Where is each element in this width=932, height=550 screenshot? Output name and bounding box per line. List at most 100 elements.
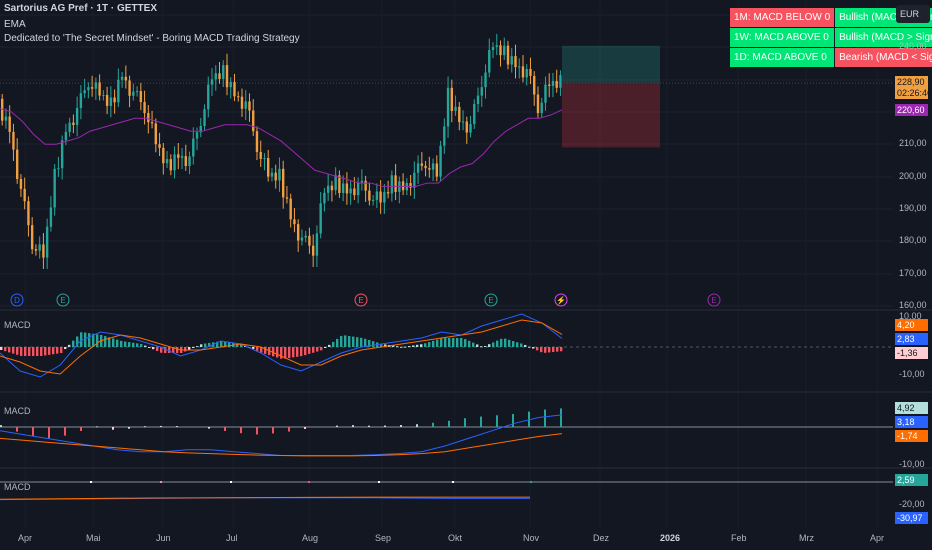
histogram-bar bbox=[40, 347, 43, 356]
histogram-bar bbox=[528, 346, 531, 348]
event-earnings-icon[interactable]: E bbox=[484, 293, 498, 307]
histogram-bar bbox=[32, 347, 35, 356]
histogram-bar bbox=[300, 347, 303, 357]
event-glyph: E bbox=[60, 296, 65, 305]
histogram-bar bbox=[128, 427, 130, 429]
histogram-bar bbox=[156, 347, 159, 351]
histogram-bar bbox=[408, 346, 411, 348]
candle-body bbox=[158, 144, 161, 148]
candle-body bbox=[308, 235, 311, 246]
indicator-strategy-label[interactable]: Dedicated to 'The Secret Mindset' - Bori… bbox=[4, 33, 300, 44]
candle-body bbox=[435, 163, 439, 177]
histogram-bar bbox=[524, 344, 527, 347]
event-split-icon[interactable]: ⚡ bbox=[554, 293, 568, 307]
histogram-bar bbox=[476, 344, 479, 347]
candle-body bbox=[383, 192, 386, 203]
candle-body bbox=[473, 104, 476, 125]
pane-value-tag: 4,20 bbox=[895, 319, 928, 331]
histogram-bar bbox=[400, 346, 403, 348]
candle-body bbox=[315, 233, 319, 256]
histogram-bar bbox=[548, 347, 551, 353]
candle-body bbox=[68, 122, 71, 132]
histogram-bar bbox=[276, 347, 279, 358]
candle-body bbox=[506, 45, 510, 65]
histogram-bar bbox=[508, 339, 511, 347]
candle-body bbox=[345, 183, 349, 194]
histogram-bar bbox=[352, 336, 355, 347]
histogram-bar bbox=[364, 338, 367, 347]
histogram-bar bbox=[288, 427, 290, 432]
candle-body bbox=[488, 50, 491, 73]
histogram-bar bbox=[16, 347, 19, 355]
histogram-bar bbox=[120, 340, 123, 347]
histogram-bar bbox=[468, 340, 471, 347]
candle-body bbox=[368, 190, 371, 201]
histogram-bar bbox=[152, 347, 155, 350]
candle-body bbox=[431, 163, 435, 170]
price-tick: 240,00 bbox=[899, 41, 927, 51]
histogram-bar bbox=[88, 333, 91, 347]
histogram-bar bbox=[160, 481, 162, 483]
histogram-bar bbox=[368, 425, 370, 427]
pane-value-tag: 3,18 bbox=[895, 416, 928, 428]
histogram-bar bbox=[36, 347, 39, 356]
candle-body bbox=[120, 76, 124, 80]
candle-body bbox=[128, 80, 131, 96]
indicator-ema-label[interactable]: EMA bbox=[4, 19, 26, 30]
candle-body bbox=[484, 72, 487, 88]
histogram-bar bbox=[378, 481, 380, 483]
candle-body bbox=[72, 122, 75, 125]
candle-body bbox=[390, 175, 394, 194]
event-earnings-icon[interactable]: E bbox=[354, 293, 368, 307]
event-earnings-icon[interactable]: E bbox=[56, 293, 70, 307]
histogram-bar bbox=[204, 343, 207, 347]
histogram-bar bbox=[316, 347, 319, 352]
histogram-bar bbox=[240, 427, 242, 434]
histogram-bar bbox=[452, 481, 454, 483]
price-tick: 160,00 bbox=[899, 300, 927, 310]
candle-body bbox=[461, 121, 465, 123]
candle-body bbox=[90, 87, 94, 89]
histogram-bar bbox=[68, 344, 71, 347]
event-dividend-icon[interactable]: D bbox=[10, 293, 24, 307]
candle-body bbox=[180, 156, 184, 158]
candle-body bbox=[401, 181, 405, 191]
histogram-bar bbox=[432, 422, 434, 427]
histogram-bar bbox=[336, 338, 339, 347]
candle-body bbox=[424, 165, 427, 169]
candle-body bbox=[555, 81, 558, 88]
candle-body bbox=[278, 168, 281, 181]
candle-body bbox=[533, 75, 536, 95]
histogram-bar bbox=[136, 343, 139, 347]
candle-body bbox=[169, 159, 172, 171]
candle-body bbox=[38, 244, 41, 251]
candle-body bbox=[207, 84, 210, 110]
histogram-bar bbox=[304, 347, 307, 356]
pane-tick: -10,00 bbox=[899, 459, 925, 469]
event-earnings-icon[interactable]: E bbox=[707, 293, 721, 307]
currency-button[interactable]: EUR bbox=[896, 5, 930, 23]
histogram-bar bbox=[308, 347, 311, 354]
candle-body bbox=[394, 175, 397, 192]
candle-body bbox=[536, 94, 540, 114]
histogram-bar bbox=[540, 347, 543, 353]
candle-body bbox=[289, 198, 292, 220]
histogram-bar bbox=[220, 341, 223, 347]
time-tick: Jul bbox=[226, 533, 238, 543]
histogram-bar bbox=[184, 347, 187, 352]
time-tick: Okt bbox=[448, 533, 463, 543]
candle-body bbox=[296, 224, 300, 241]
price-chart[interactable]: D E E E ⚡ E bbox=[0, 0, 932, 550]
candle-body bbox=[139, 91, 143, 103]
macd-line bbox=[0, 414, 563, 456]
candle-body bbox=[150, 122, 154, 124]
candle-body bbox=[270, 172, 274, 177]
histogram-bar bbox=[520, 343, 523, 347]
candle-body bbox=[323, 192, 326, 204]
candle-body bbox=[184, 156, 187, 167]
candle-body bbox=[188, 156, 191, 167]
candle-body bbox=[446, 87, 450, 127]
histogram-bar bbox=[424, 343, 427, 347]
candle-body bbox=[42, 244, 45, 258]
histogram-bar bbox=[84, 332, 87, 347]
